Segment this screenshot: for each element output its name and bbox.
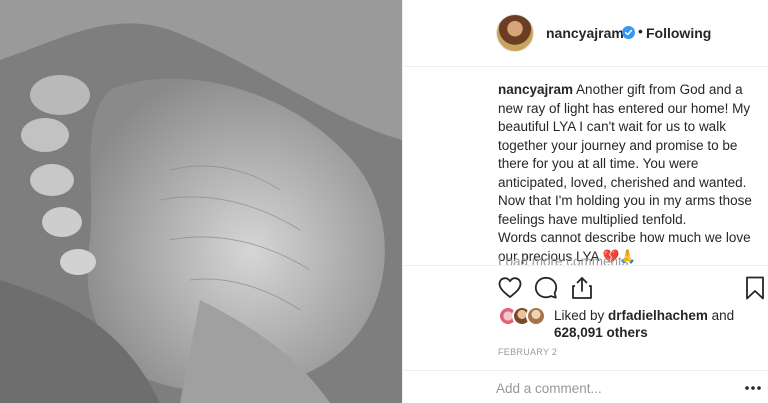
post-photo <box>0 0 402 403</box>
add-comment-section <box>403 370 768 403</box>
likes-text: Liked by drfadielhachem and 628,091 other… <box>554 307 759 341</box>
post-caption: nancyajram Another gift from God and a n… <box>498 81 760 265</box>
following-button[interactable]: Following <box>646 25 711 41</box>
likes-middle: and <box>707 308 735 323</box>
author-avatar[interactable] <box>496 14 534 52</box>
post-date[interactable]: FEBRUARY 2 <box>498 347 557 357</box>
post-actions-bar <box>403 266 768 306</box>
liker-username[interactable]: drfadielhachem <box>608 308 708 323</box>
verified-badge-icon <box>622 26 635 39</box>
comment-input[interactable] <box>496 377 726 399</box>
header-separator: • <box>638 23 643 39</box>
likes-prefix: Liked by <box>554 308 609 323</box>
load-more-comments-link[interactable]: Load more comments <box>498 254 629 265</box>
baby-foot-photo-illustration <box>0 0 402 403</box>
post-header: nancyajram • Following <box>403 0 768 67</box>
caption-text: Another gift from God and a new ray of l… <box>498 82 752 264</box>
likes-count[interactable]: 628,091 others <box>554 325 648 340</box>
comments-area[interactable]: nancyajram Another gift from God and a n… <box>403 68 768 266</box>
liker-avatars[interactable] <box>498 306 550 328</box>
caption-username[interactable]: nancyajram <box>498 82 573 97</box>
post-details-panel: nancyajram • Following nancyajram Anothe… <box>402 0 768 403</box>
share-icon[interactable] <box>569 275 595 301</box>
comment-icon[interactable] <box>533 275 559 301</box>
likes-summary: Liked by drfadielhachem and 628,091 other… <box>498 304 758 340</box>
more-options-icon[interactable] <box>744 381 762 395</box>
bookmark-icon[interactable] <box>742 275 768 301</box>
liker-avatar <box>526 306 546 326</box>
author-username[interactable]: nancyajram <box>546 25 624 41</box>
heart-icon[interactable] <box>497 275 523 301</box>
